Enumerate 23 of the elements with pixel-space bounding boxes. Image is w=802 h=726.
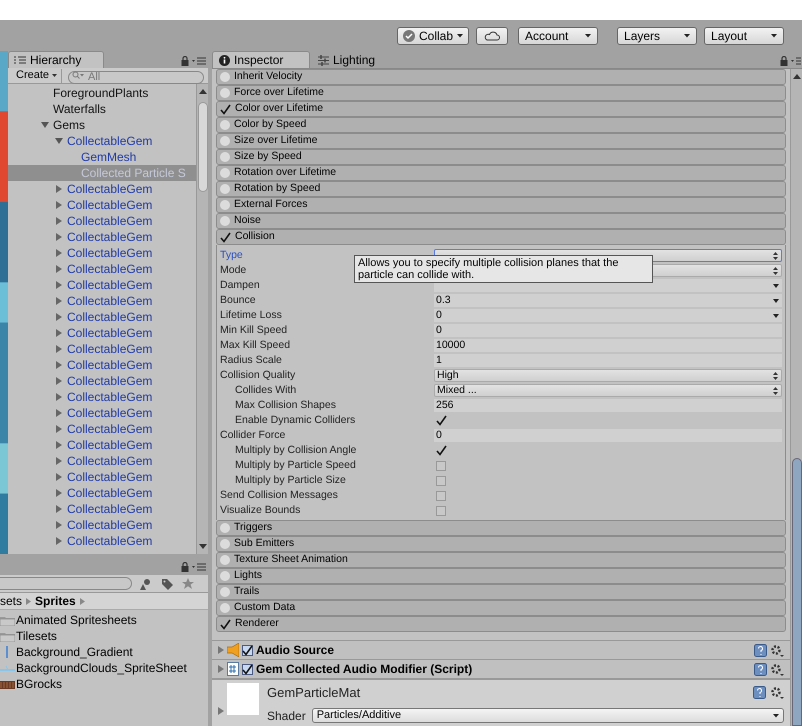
field-label: Collision Quality bbox=[220, 368, 296, 383]
component-title: Gem Collected Audio Modifier (Script) bbox=[256, 661, 472, 678]
field-label: Visualize Bounds bbox=[220, 502, 300, 518]
field-label: Multiply by Particle Size bbox=[235, 472, 346, 488]
field-label: Enable Dynamic Colliders bbox=[235, 412, 356, 428]
field-label: Dampen bbox=[220, 278, 260, 293]
field-label: Collider Force bbox=[220, 428, 286, 443]
field-label: Collides With bbox=[235, 382, 296, 398]
field-label: Shader bbox=[267, 708, 306, 724]
field-label: Multiply by Particle Speed bbox=[235, 458, 356, 473]
field-label: Multiply by Collision Angle bbox=[235, 442, 356, 458]
field-label: Max Collision Shapes bbox=[235, 398, 336, 413]
field-label: Bounce bbox=[220, 292, 256, 308]
material-name: GemParticleMat bbox=[267, 684, 360, 702]
field-label: Max Kill Speed bbox=[220, 338, 290, 353]
tooltip: Allows you to specify multiple collision planes that the particle can collide with. bbox=[354, 255, 653, 283]
field-label: Min Kill Speed bbox=[220, 322, 288, 338]
field-label: Lifetime Loss bbox=[220, 308, 282, 323]
field-label: Mode bbox=[220, 262, 246, 278]
component-title: Audio Source bbox=[256, 642, 334, 659]
field-label: Type bbox=[220, 248, 243, 263]
field-label: Send Collision Messages bbox=[220, 488, 338, 503]
field-label: Radius Scale bbox=[220, 352, 282, 368]
